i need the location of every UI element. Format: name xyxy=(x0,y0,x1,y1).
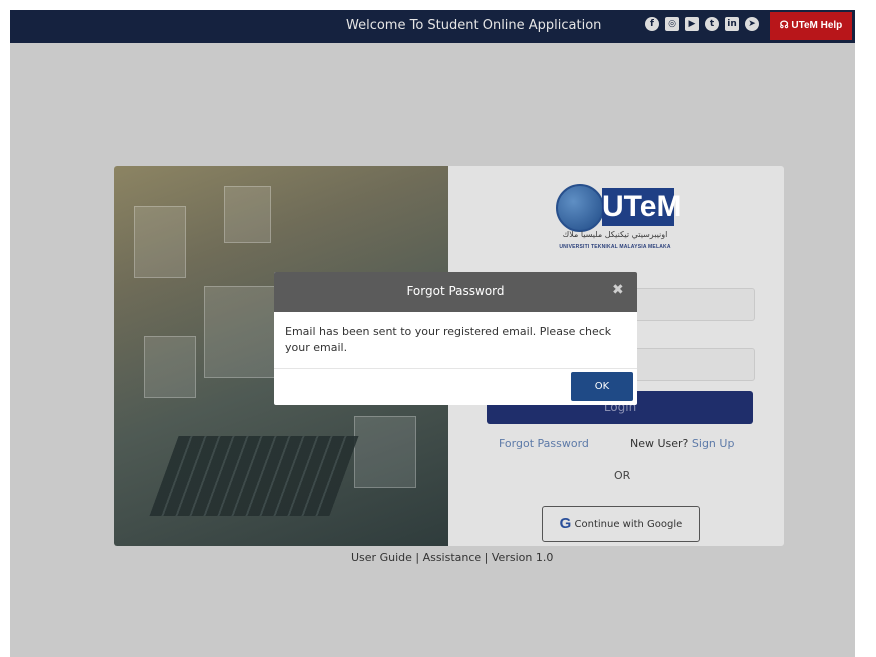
keyboard-image xyxy=(149,436,359,516)
or-divider: OR xyxy=(614,469,631,482)
youtube-icon[interactable]: ▶ xyxy=(685,17,699,31)
user-icon xyxy=(144,336,196,398)
logo-jawi-text: اونيبرسيتي تيكنيكل مليسيا ملاك xyxy=(562,230,668,239)
modal-message: Email has been sent to your registered e… xyxy=(285,325,612,354)
trophy-icon xyxy=(134,206,186,278)
twitter-icon[interactable]: t xyxy=(705,17,719,31)
utem-logo: UTeM اونيبرسيتي تيكنيكل مليسيا ملاك UNIV… xyxy=(552,184,682,262)
video-icon xyxy=(354,416,416,488)
modal-divider xyxy=(274,368,637,369)
telegram-icon[interactable]: ➤ xyxy=(745,17,759,31)
linkedin-icon[interactable]: in xyxy=(725,17,739,31)
new-user-text: New User? Sign Up xyxy=(630,437,734,450)
google-signin-label: Continue with Google xyxy=(574,519,683,530)
sign-up-link[interactable]: Sign Up xyxy=(692,437,735,450)
modal-title: Forgot Password xyxy=(406,284,505,298)
welcome-title: Welcome To Student Online Application xyxy=(346,18,602,33)
modal-header: Forgot Password ✖ xyxy=(274,272,637,312)
logo-brand: UTeM xyxy=(602,188,681,226)
close-icon[interactable]: ✖ xyxy=(612,282,624,298)
logo-fullname: UNIVERSITI TEKNIKAL MALAYSIA MELAKA xyxy=(559,244,671,250)
social-links: f ◎ ▶ t in ➤ xyxy=(645,17,759,35)
top-bar: Welcome To Student Online Application f … xyxy=(10,10,855,43)
google-icon: G xyxy=(559,515,572,532)
new-user-label: New User? xyxy=(630,437,689,450)
ok-button[interactable]: OK xyxy=(571,372,633,401)
upload-icon xyxy=(224,186,271,243)
forgot-password-modal: Forgot Password ✖ Email has been sent to… xyxy=(274,272,637,405)
google-signin-button[interactable]: G Continue with Google xyxy=(542,506,700,542)
footer-links[interactable]: User Guide | Assistance | Version 1.0 xyxy=(351,551,553,564)
utem-help-button[interactable]: ☊ UTeM Help xyxy=(770,12,852,40)
facebook-icon[interactable]: f xyxy=(645,17,659,31)
instagram-icon[interactable]: ◎ xyxy=(665,17,679,31)
globe-emblem-icon xyxy=(556,184,604,232)
page-frame: Welcome To Student Online Application f … xyxy=(10,10,855,657)
forgot-password-link[interactable]: Forgot Password xyxy=(499,437,589,450)
